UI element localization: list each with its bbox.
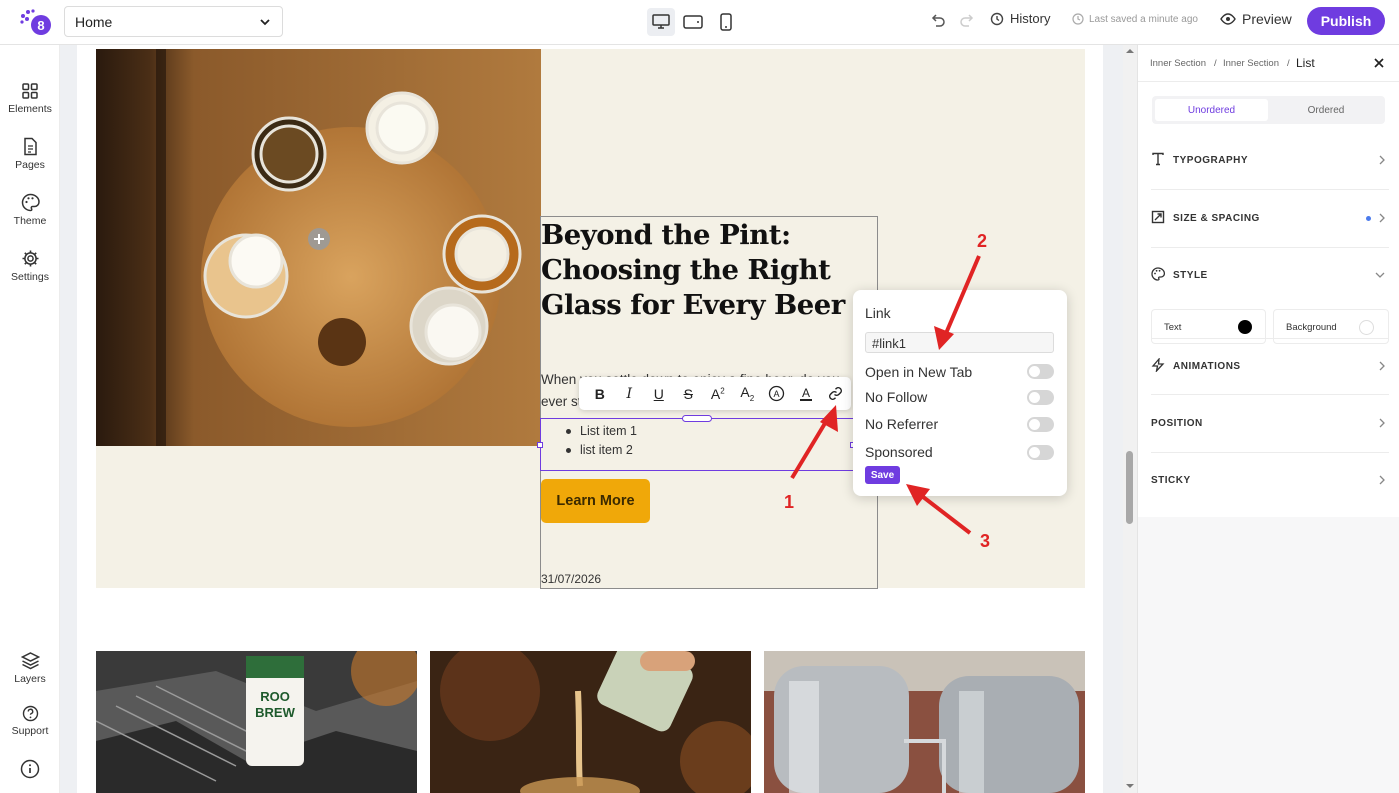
chevron-right-icon [1379,155,1385,165]
canvas-scrollbar[interactable] [1123,45,1137,793]
arrow-1 [790,413,832,480]
section-label: TYPOGRAPHY [1173,155,1249,166]
section-position[interactable]: POSITION [1151,396,1389,453]
palette-icon [1151,267,1165,281]
segment-unordered[interactable]: Unordered [1155,99,1268,121]
breadcrumb-current: List [1296,56,1315,70]
section-label: STICKY [1151,475,1191,486]
canvas-scrollbar-thumb[interactable] [1126,451,1133,524]
arrowhead-2 [934,326,954,350]
chevron-right-icon [1379,361,1385,371]
properties-panel: Inner Section / Inner Section / List Uno… [1137,45,1399,793]
close-icon[interactable] [1374,58,1384,68]
annotation-number: 3 [980,531,990,551]
text-color-label: Text [1164,322,1182,333]
section-label: STYLE [1173,270,1208,281]
section-sticky[interactable]: STICKY [1151,453,1389,510]
arrow-3 [916,491,972,535]
annotation-number: 2 [977,231,987,251]
section-label: ANIMATIONS [1173,361,1241,372]
list-type-segmented: Unordered Ordered [1152,96,1385,124]
section-label: SIZE & SPACING [1173,213,1260,224]
annotation-number: 1 [784,492,794,512]
breadcrumb-item[interactable]: Inner Section [1150,58,1206,69]
breadcrumb-separator: / [1287,58,1290,69]
modified-indicator-dot [1366,216,1371,221]
section-size-spacing[interactable]: SIZE & SPACING [1151,191,1389,248]
panel-header: Inner Section / Inner Section / List [1138,45,1399,82]
scroll-down-icon[interactable] [1125,783,1135,789]
section-style[interactable]: STYLE [1151,248,1389,305]
arrow-2 [942,255,981,339]
panel-body: Unordered Ordered TYPOGRAPHY SIZE & SPAC… [1138,82,1399,517]
chevron-down-icon [1375,272,1385,278]
breadcrumb-separator: / [1214,58,1217,69]
background-color-label: Background [1286,322,1337,333]
arrowhead-3 [906,484,930,506]
chevron-right-icon [1379,418,1385,428]
lightning-icon [1151,358,1165,372]
resize-icon [1151,210,1165,224]
section-label: POSITION [1151,418,1203,429]
chevron-right-icon [1379,475,1385,485]
background-color-swatch[interactable] [1359,320,1374,335]
text-color-swatch[interactable] [1238,320,1252,334]
segment-ordered[interactable]: Ordered [1270,99,1382,121]
section-typography[interactable]: TYPOGRAPHY [1151,133,1389,190]
breadcrumb-item[interactable]: Inner Section [1223,58,1279,69]
chevron-right-icon [1379,213,1385,223]
typography-icon [1152,152,1164,166]
scroll-up-icon[interactable] [1125,48,1135,54]
section-animations[interactable]: ANIMATIONS [1151,338,1389,395]
